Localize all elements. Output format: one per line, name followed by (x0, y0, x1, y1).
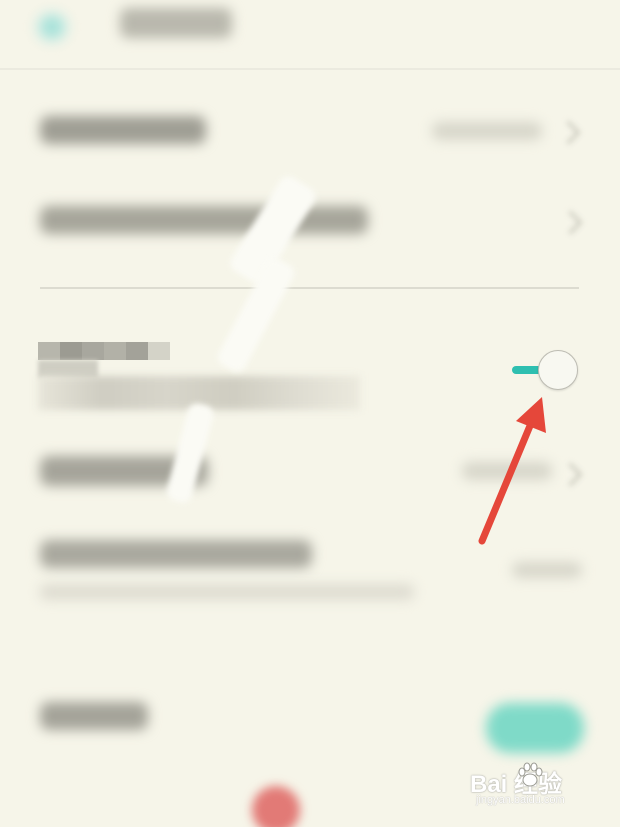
bottom-red-icon[interactable] (252, 786, 300, 827)
row-6-label (40, 702, 148, 730)
page-title (120, 8, 232, 38)
baidu-watermark: Bai 经验 jingyan.baidu.com (470, 762, 600, 814)
toggle-knob[interactable] (538, 350, 578, 390)
mosaic-block (148, 342, 170, 360)
header-bar (0, 0, 620, 60)
watermark-url: jingyan.baidu.com (476, 794, 565, 806)
chevron-right-icon (558, 462, 583, 487)
mosaic-block (126, 342, 148, 360)
action-button[interactable] (486, 703, 584, 753)
row-5-value (512, 562, 582, 578)
row-1-value (432, 122, 542, 140)
row-5-label (40, 540, 312, 568)
settings-screen: Bai 经验 jingyan.baidu.com (0, 0, 620, 827)
mosaic-block (82, 342, 104, 360)
row-1-label (40, 116, 206, 144)
feature-toggle[interactable] (506, 348, 584, 392)
section-divider (40, 287, 579, 289)
annotation-arrow (478, 397, 546, 545)
mosaic-block (104, 342, 126, 360)
paw-icon (518, 762, 543, 787)
smudge-stroke (164, 401, 216, 505)
back-icon[interactable] (34, 12, 70, 42)
chevron-right-icon (558, 210, 583, 235)
mosaic-block (60, 342, 82, 360)
row-5-description (40, 584, 414, 600)
mosaic-block (38, 342, 60, 360)
chevron-right-icon (556, 120, 581, 145)
row-2-label (40, 206, 368, 234)
arrow-shaft (478, 417, 536, 545)
header-divider (0, 68, 620, 70)
